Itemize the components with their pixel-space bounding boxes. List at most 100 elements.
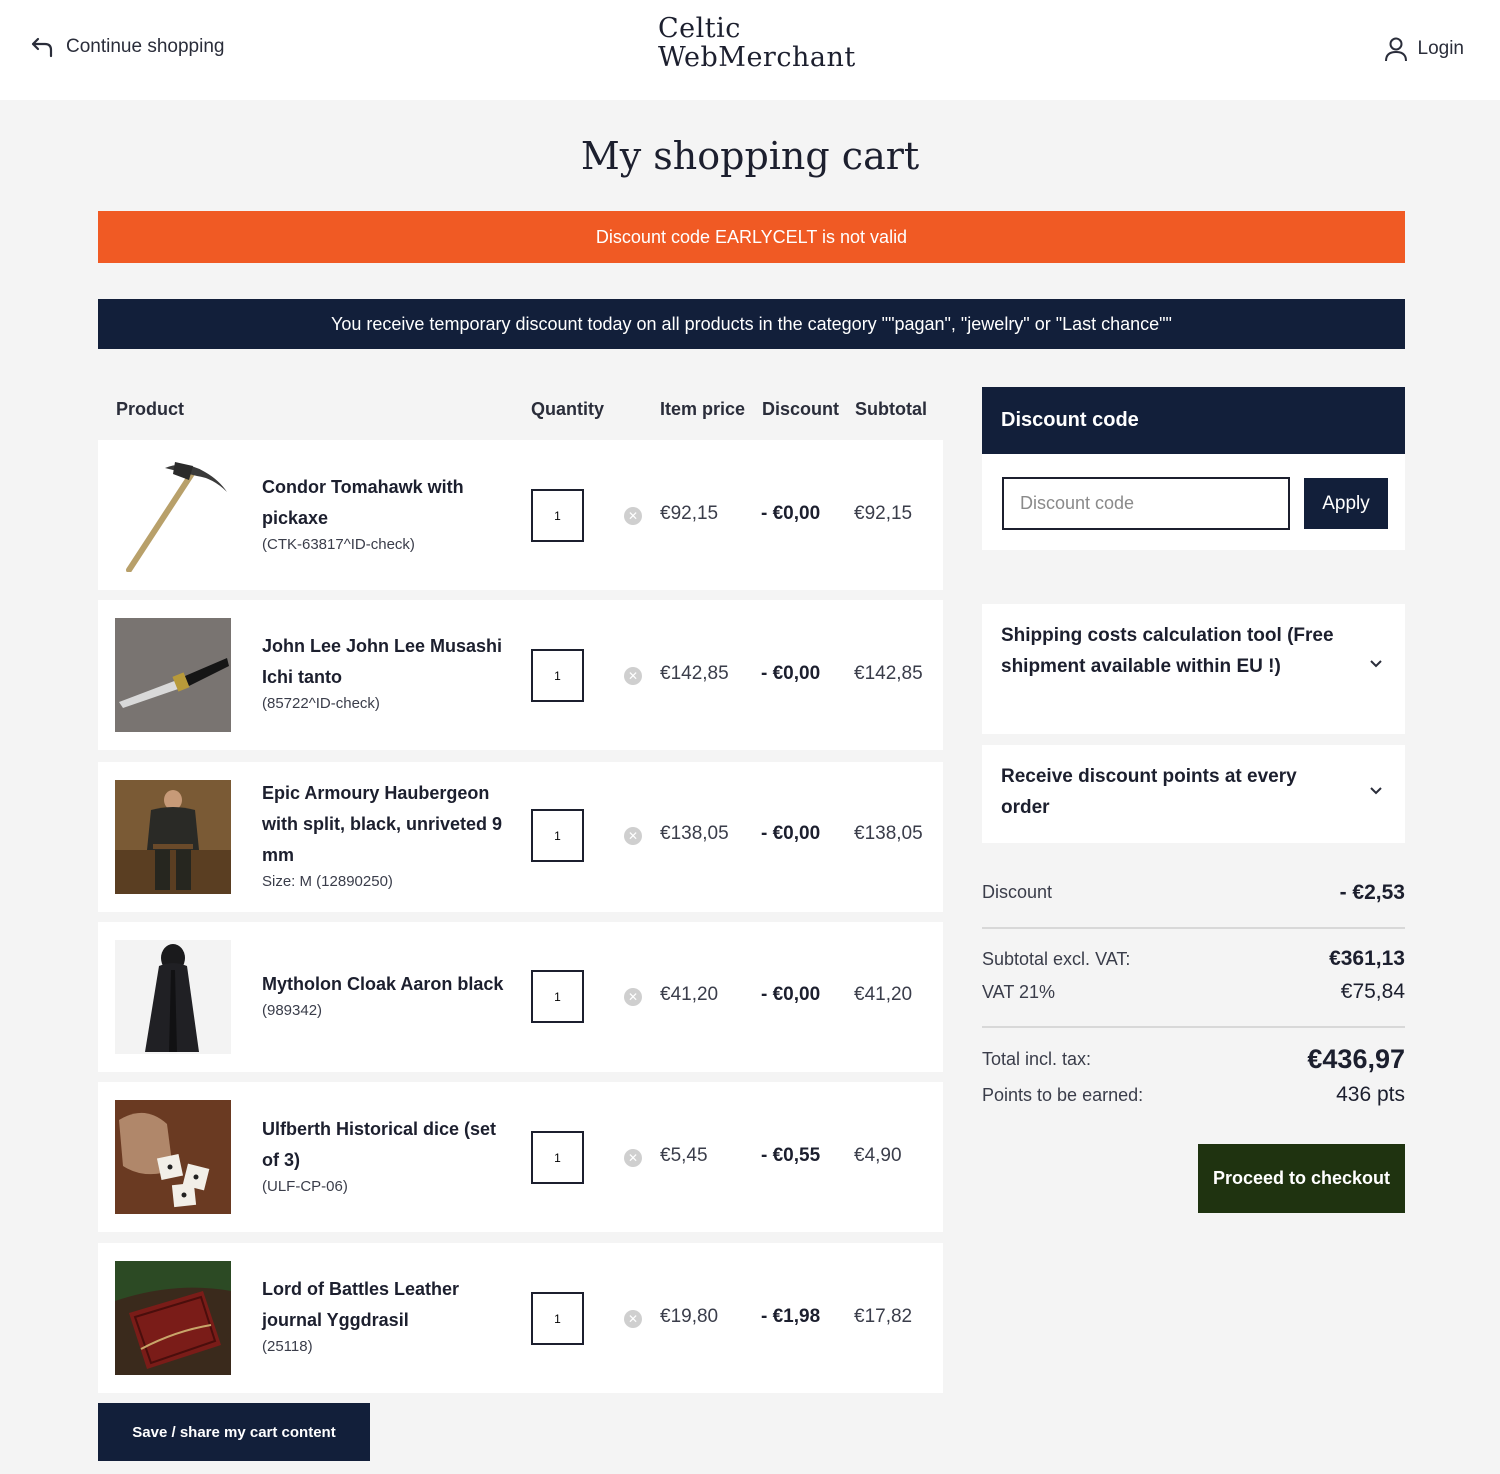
product-info: John Lee John Lee Musashi Ichi tanto (85…	[262, 631, 507, 715]
product-image-tomahawk[interactable]	[115, 458, 231, 572]
item-discount: - €0,00	[761, 503, 821, 524]
column-header-quantity: Quantity	[531, 399, 605, 419]
summary-total-value: €436,97	[1307, 1044, 1405, 1074]
product-sku: (CTK-63817^ID-check)	[262, 536, 415, 553]
product-sku: (85722^ID-check)	[262, 695, 380, 712]
cart-row: Ulfberth Historical dice (set of 3) (ULF…	[98, 1082, 943, 1232]
item-price: €142,85	[660, 663, 729, 684]
cart-row: Epic Armoury Haubergeon with split, blac…	[98, 762, 943, 912]
summary-total-label: Total incl. tax:	[982, 1049, 1092, 1069]
summary-subtotal-value: €361,13	[1329, 947, 1405, 970]
back-arrow-icon	[31, 37, 53, 58]
quantity-input[interactable]	[531, 649, 584, 702]
user-icon	[1384, 37, 1407, 62]
proceed-to-checkout-button[interactable]: Proceed to checkout	[1198, 1144, 1405, 1213]
shipping-calculator-label: Shipping costs calculation tool (Free sh…	[1001, 625, 1334, 677]
save-share-cart-button[interactable]: Save / share my cart content	[98, 1403, 370, 1461]
product-image-haubergeon[interactable]	[115, 780, 231, 894]
quantity-input[interactable]	[531, 809, 584, 862]
item-subtotal: €41,20	[854, 984, 913, 1005]
item-price: €92,15	[660, 503, 719, 524]
quantity-input[interactable]	[531, 489, 584, 542]
item-price: €138,05	[660, 823, 729, 844]
remove-item-icon[interactable]: ✕	[624, 667, 642, 685]
product-name[interactable]: Epic Armoury Haubergeon with split, blac…	[262, 778, 507, 871]
remove-item-icon[interactable]: ✕	[624, 1310, 642, 1328]
continue-shopping-link[interactable]: Continue shopping	[30, 36, 224, 58]
info-banner-text: You receive temporary discount today on …	[331, 313, 1172, 334]
column-header-subtotal: Subtotal	[855, 399, 927, 419]
product-info: Mytholon Cloak Aaron black (989342)	[262, 969, 507, 1022]
product-name[interactable]: John Lee John Lee Musashi Ichi tanto	[262, 631, 507, 693]
chevron-down-icon	[1369, 656, 1383, 674]
item-subtotal: €142,85	[854, 663, 923, 684]
discount-points-accordion[interactable]: Receive discount points at every order	[982, 745, 1405, 843]
continue-shopping-label: Continue shopping	[66, 36, 225, 57]
remove-item-icon[interactable]: ✕	[624, 827, 642, 845]
item-discount: - €1,98	[761, 1306, 821, 1327]
item-discount: - €0,55	[761, 1145, 821, 1166]
product-image-cloak[interactable]	[115, 940, 231, 1054]
product-sku: Size: M (12890250)	[262, 873, 393, 890]
remove-item-icon[interactable]: ✕	[624, 507, 642, 525]
login-label: Login	[1417, 38, 1465, 59]
remove-item-icon[interactable]: ✕	[624, 1149, 642, 1167]
discount-code-header: Discount code	[982, 387, 1405, 454]
product-info: Lord of Battles Leather journal Yggdrasi…	[262, 1274, 507, 1358]
apply-discount-button[interactable]: Apply	[1304, 478, 1388, 529]
summary-points-label: Points to be earned:	[982, 1085, 1144, 1105]
login-link[interactable]: Login	[1384, 36, 1465, 62]
discount-points-label: Receive discount points at every order	[1001, 766, 1297, 818]
item-discount: - €0,00	[761, 663, 821, 684]
item-discount: - €0,00	[761, 823, 821, 844]
item-price: €5,45	[660, 1145, 708, 1166]
site-logo[interactable]: Celtic WebMerchant	[658, 14, 856, 72]
summary-vat-label: VAT 21%	[982, 982, 1056, 1002]
summary-discount-label: Discount	[982, 882, 1053, 902]
product-info: Epic Armoury Haubergeon with split, blac…	[262, 778, 507, 893]
site-header: Continue shopping Celtic WebMerchant Log…	[0, 0, 1500, 100]
quantity-input[interactable]	[531, 1292, 584, 1345]
column-header-item-price: Item price	[660, 399, 746, 419]
info-banner: You receive temporary discount today on …	[98, 299, 1405, 349]
product-image-dice[interactable]	[115, 1100, 231, 1214]
product-name[interactable]: Ulfberth Historical dice (set of 3)	[262, 1114, 507, 1176]
summary-discount-value: - €2,53	[1339, 881, 1405, 904]
item-subtotal: €138,05	[854, 823, 923, 844]
discount-code-input[interactable]	[1002, 477, 1290, 530]
error-alert: Discount code EARLYCELT is not valid	[98, 211, 1405, 263]
column-header-product: Product	[116, 399, 185, 419]
item-subtotal: €4,90	[854, 1145, 902, 1166]
item-price: €41,20	[660, 984, 719, 1005]
summary-points-value: 436 pts	[1336, 1083, 1405, 1106]
shipping-calculator-accordion[interactable]: Shipping costs calculation tool (Free sh…	[982, 604, 1405, 734]
item-discount: - €0,00	[761, 984, 821, 1005]
product-name[interactable]: Mytholon Cloak Aaron black	[262, 969, 507, 1000]
quantity-input[interactable]	[531, 1131, 584, 1184]
product-image-tanto[interactable]	[115, 618, 231, 732]
item-subtotal: €17,82	[854, 1306, 913, 1327]
product-name[interactable]: Lord of Battles Leather journal Yggdrasi…	[262, 1274, 507, 1336]
product-image-journal[interactable]	[115, 1261, 231, 1375]
item-subtotal: €92,15	[854, 503, 913, 524]
page-title: My shopping cart	[580, 134, 920, 178]
quantity-input[interactable]	[531, 970, 584, 1023]
product-name[interactable]: Condor Tomahawk with pickaxe	[262, 472, 507, 534]
product-sku: (25118)	[262, 1338, 313, 1355]
product-sku: (ULF-CP-06)	[262, 1178, 348, 1195]
product-info: Ulfberth Historical dice (set of 3) (ULF…	[262, 1114, 507, 1198]
summary-divider	[982, 1026, 1405, 1028]
cart-row: John Lee John Lee Musashi Ichi tanto (85…	[98, 600, 943, 750]
column-header-discount: Discount	[762, 399, 840, 419]
logo-line-1: Celtic	[658, 13, 741, 44]
cart-row: Mytholon Cloak Aaron black (989342) ✕ €4…	[98, 922, 943, 1072]
chevron-down-icon	[1369, 783, 1383, 801]
product-sku: (989342)	[262, 1002, 323, 1019]
remove-item-icon[interactable]: ✕	[624, 988, 642, 1006]
discount-code-title: Discount code	[1001, 409, 1139, 431]
summary-divider	[982, 927, 1405, 929]
error-alert-text: Discount code EARLYCELT is not valid	[595, 226, 908, 247]
item-price: €19,80	[660, 1306, 719, 1327]
cart-row: Condor Tomahawk with pickaxe (CTK-63817^…	[98, 440, 943, 590]
product-info: Condor Tomahawk with pickaxe (CTK-63817^…	[262, 472, 507, 556]
